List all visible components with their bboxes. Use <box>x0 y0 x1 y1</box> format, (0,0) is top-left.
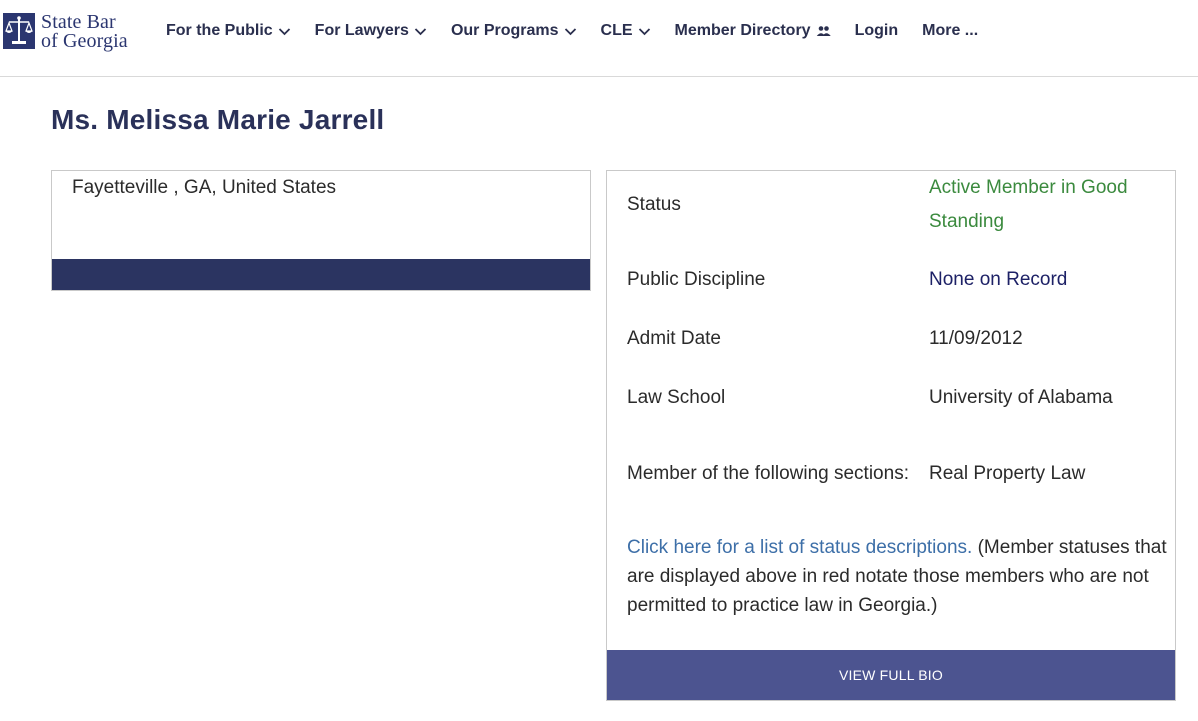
chevron-down-icon <box>638 27 650 35</box>
chevron-down-icon <box>414 27 427 35</box>
law-school-row: Law School University of Alabama <box>627 381 1157 415</box>
people-icon <box>816 26 831 36</box>
nav-more[interactable]: More ... <box>922 22 978 40</box>
nav-label: More ... <box>922 22 979 39</box>
location-card: Fayetteville , GA, United States <box>51 170 591 291</box>
discipline-row: Public Discipline None on Record <box>627 263 1157 297</box>
logo-wordmark: State Bar of Georgia <box>41 12 128 52</box>
status-row: Status Active Member in Good Standing <box>627 171 1157 239</box>
discipline-label: Public Discipline <box>627 269 766 290</box>
main-nav: For the Public For Lawyers Our Programs … <box>166 19 1002 43</box>
nav-our-programs[interactable]: Our Programs <box>451 22 577 40</box>
admit-date-value: 11/09/2012 <box>929 328 1023 349</box>
status-descriptions-link[interactable]: Click here for a list of status descript… <box>627 537 972 558</box>
nav-label: CLE <box>600 22 633 39</box>
status-note: Click here for a list of status descript… <box>627 533 1167 620</box>
site-header: State Bar of Georgia For the Public For … <box>0 0 1198 77</box>
chevron-down-icon <box>564 27 576 35</box>
logo-line-2: of Georgia <box>41 30 128 52</box>
admit-date-row: Admit Date 11/09/2012 <box>627 322 1157 356</box>
view-full-bio-button[interactable]: VIEW FULL BIO <box>607 650 1175 700</box>
nav-label: Login <box>854 22 899 39</box>
sections-row: Member of the following sections: Real P… <box>627 440 1157 508</box>
chevron-down-icon <box>278 27 290 35</box>
nav-cle[interactable]: CLE <box>601 22 651 40</box>
nav-member-directory[interactable]: Member Directory <box>675 22 831 40</box>
nav-label: For Lawyers <box>314 22 409 39</box>
site-logo[interactable]: State Bar of Georgia <box>3 12 128 53</box>
location-card-footer-bar <box>52 259 590 290</box>
nav-label: Our Programs <box>450 22 559 39</box>
discipline-value: None on Record <box>929 269 1068 290</box>
sections-value: Real Property Law <box>929 463 1086 484</box>
nav-login[interactable]: Login <box>855 22 899 40</box>
nav-for-the-public[interactable]: For the Public <box>166 22 291 40</box>
nav-label: Member Directory <box>674 22 811 39</box>
member-details-card: Status Active Member in Good Standing Pu… <box>606 170 1176 701</box>
law-school-value: University of Alabama <box>929 387 1113 408</box>
scales-of-justice-icon <box>3 13 35 49</box>
nav-label: For the Public <box>166 22 273 39</box>
sections-label: Member of the following sections: <box>627 463 909 484</box>
status-value: Active Member in Good Standing <box>929 177 1128 232</box>
member-location: Fayetteville , GA, United States <box>72 177 337 198</box>
nav-for-lawyers[interactable]: For Lawyers <box>315 22 427 40</box>
status-label: Status <box>627 194 681 215</box>
page-title: Ms. Melissa Marie Jarrell <box>51 104 385 135</box>
admit-date-label: Admit Date <box>627 328 721 349</box>
law-school-label: Law School <box>627 387 726 408</box>
